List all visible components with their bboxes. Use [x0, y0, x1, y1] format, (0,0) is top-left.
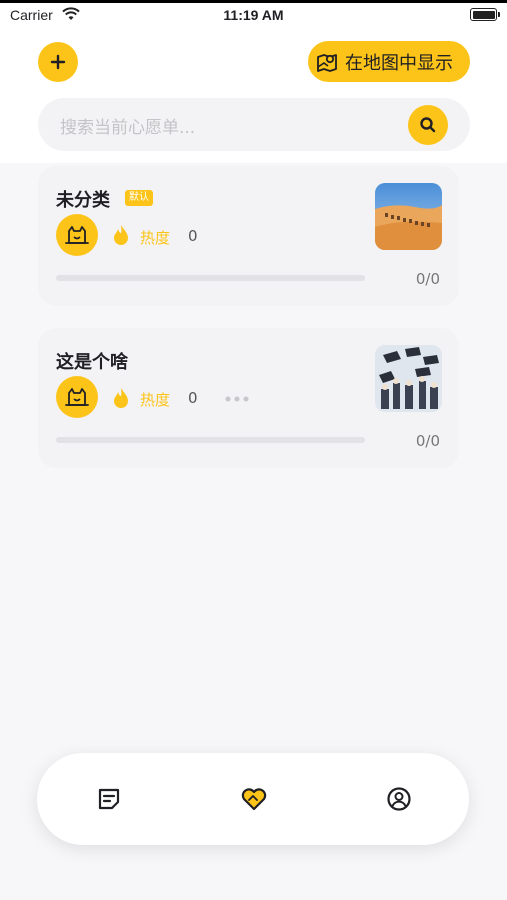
avatar[interactable]: [56, 376, 98, 418]
tab-bar: [37, 753, 469, 845]
cat-icon: [65, 388, 89, 406]
avatar[interactable]: [56, 214, 98, 256]
graduation-caps-image: [375, 345, 442, 412]
default-tag: 默认: [125, 190, 153, 206]
wishlist-title: 这是个啥: [56, 352, 128, 373]
heart-icon: [241, 788, 267, 811]
search-icon: [420, 117, 436, 133]
show-on-map-label: 在地图中显示: [345, 52, 453, 74]
tab-profile[interactable]: [384, 784, 414, 814]
wishlist-thumbnail[interactable]: [375, 345, 442, 412]
plus-icon: [50, 54, 66, 70]
progress-count: 0/0: [415, 432, 440, 450]
heat-label: 热度: [140, 229, 171, 247]
flame-icon: [114, 225, 128, 245]
battery-icon: [470, 8, 500, 21]
profile-icon: [387, 787, 411, 811]
heat-value: 0: [188, 389, 198, 407]
search-bar[interactable]: 搜索当前心愿单...: [38, 98, 470, 151]
clock: 11:19 AM: [223, 7, 284, 23]
cat-icon: [65, 226, 89, 244]
search-placeholder[interactable]: 搜索当前心愿单...: [60, 113, 195, 138]
progress-count: 0/0: [415, 270, 440, 288]
wishlist-thumbnail[interactable]: [375, 183, 442, 250]
tab-list[interactable]: [94, 784, 124, 814]
progress-bar: [56, 275, 365, 281]
heat-label: 热度: [140, 391, 171, 409]
heat-value: 0: [188, 227, 198, 245]
show-on-map-button[interactable]: 在地图中显示: [308, 41, 470, 82]
search-button[interactable]: [408, 105, 448, 145]
progress-bar: [56, 437, 365, 443]
header: 在地图中显示 搜索当前心愿单...: [0, 28, 507, 163]
desert-camels-image: [375, 183, 442, 250]
add-list-button[interactable]: [38, 42, 78, 82]
wishlist-title: 未分类: [56, 190, 110, 211]
status-bar: Carrier 11:19 AM: [0, 0, 507, 28]
tab-wishlist[interactable]: [239, 784, 269, 814]
flame-icon: [114, 388, 128, 408]
map-pin-icon: [317, 53, 337, 72]
wishlist-card[interactable]: 未分类 默认 热度 0 0/0: [38, 166, 459, 306]
list-icon: [98, 788, 120, 810]
more-dots-icon[interactable]: [224, 395, 250, 403]
wishlist-card[interactable]: 这是个啥 热度 0 0/0: [38, 328, 459, 468]
